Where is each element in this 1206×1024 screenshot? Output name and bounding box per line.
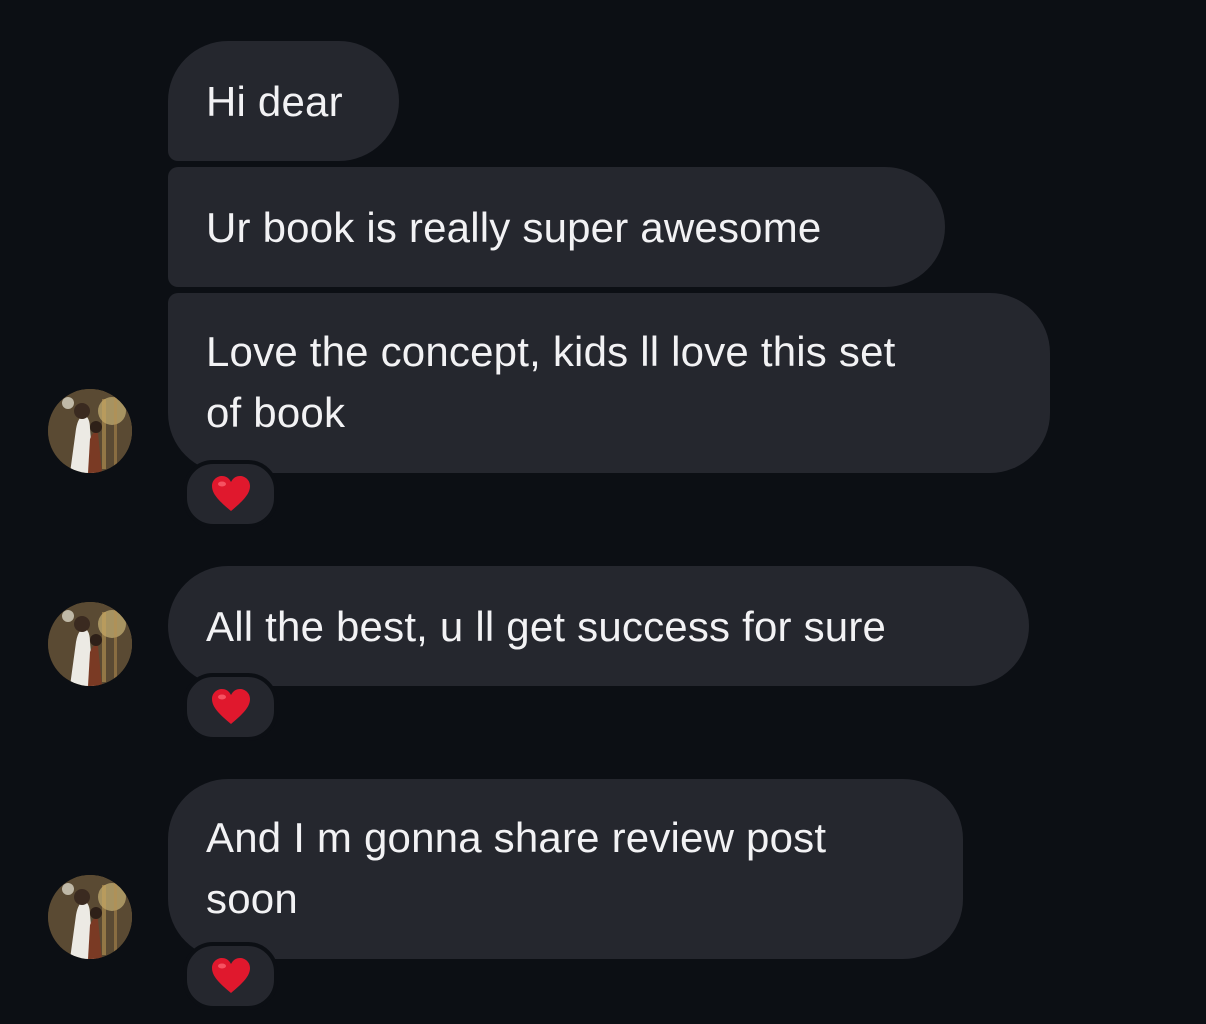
sender-avatar[interactable]: [48, 875, 132, 959]
message-text-line: of book: [206, 389, 346, 436]
message-bubble[interactable]: Hi dear: [168, 41, 399, 161]
red-heart-icon: [211, 476, 250, 511]
profile-photo-avatar-icon: [48, 389, 132, 473]
message-reaction[interactable]: [183, 942, 278, 1010]
message-text: All the best, u ll get success for sure: [206, 602, 887, 650]
message-reaction[interactable]: [183, 673, 278, 741]
message-bubble[interactable]: All the best, u ll get success for sure: [168, 566, 1029, 686]
message-bubble[interactable]: Love the concept, kids ll love this set …: [168, 293, 1050, 473]
message-bubble[interactable]: Ur book is really super awesome: [168, 167, 945, 287]
red-heart-icon: [211, 689, 250, 724]
message-text-line: soon: [206, 875, 298, 922]
message-text-line: Love the concept, kids ll love this set: [206, 328, 896, 375]
message-bubble[interactable]: And I m gonna share review post soon: [168, 779, 963, 959]
message-text: Hi dear: [206, 77, 343, 125]
message-reaction[interactable]: [183, 460, 278, 528]
message-text-line: And I m gonna share review post: [206, 814, 827, 861]
red-heart-icon: [211, 958, 250, 993]
message-text: Ur book is really super awesome: [206, 203, 822, 251]
sender-avatar[interactable]: [48, 602, 132, 686]
sender-avatar[interactable]: [48, 389, 132, 473]
profile-photo-avatar-icon: [48, 875, 132, 959]
profile-photo-avatar-icon: [48, 602, 132, 686]
